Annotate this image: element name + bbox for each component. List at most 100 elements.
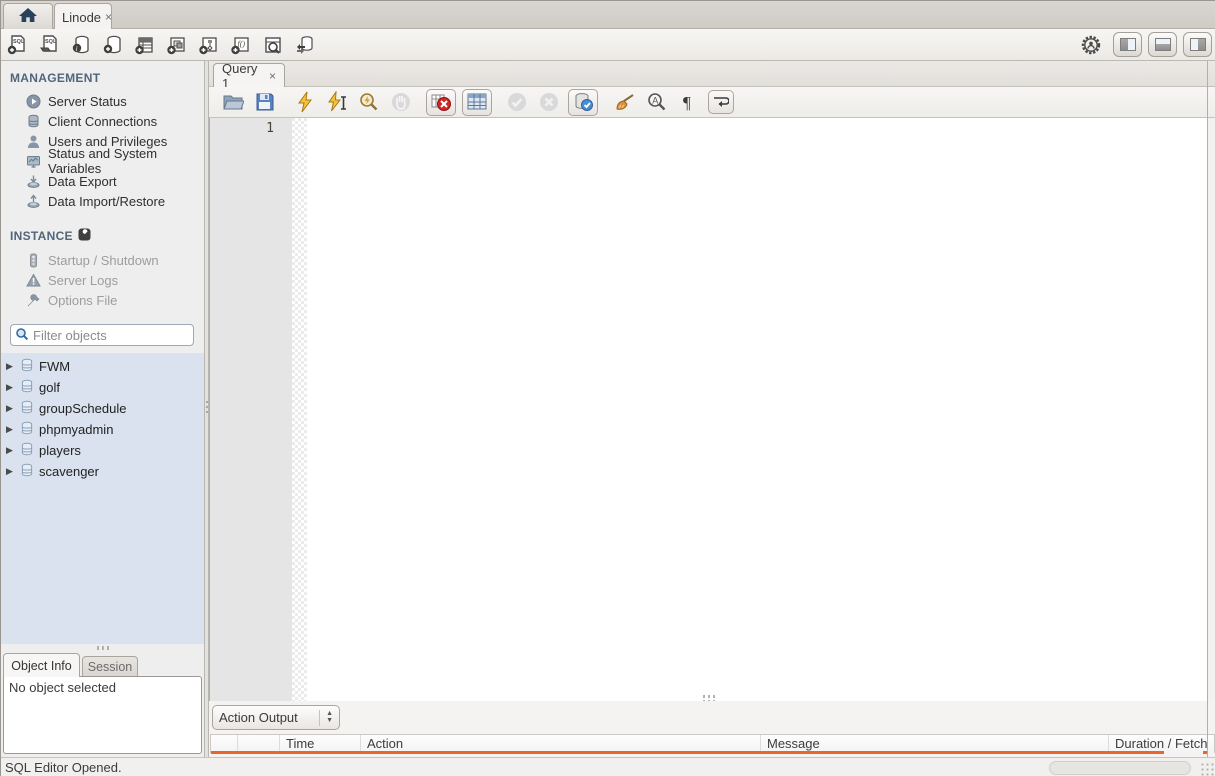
sidebar-item-server-status[interactable]: Server Status (1, 91, 204, 111)
toggle-right-panel-button[interactable] (1183, 32, 1212, 57)
search-table-data-icon[interactable] (261, 33, 285, 57)
sidebar-item-label: Server Logs (48, 272, 119, 288)
expander-icon[interactable]: ▶ (6, 467, 15, 476)
find-icon[interactable]: A (644, 90, 670, 114)
top-tabbar: Linode × (1, 1, 1215, 30)
expander-icon[interactable]: ▶ (6, 446, 15, 455)
svg-text:¶: ¶ (683, 93, 691, 112)
instance-section-header: INSTANCE (1, 228, 204, 244)
right-panel-glyph (1189, 38, 1206, 51)
search-icon (15, 327, 29, 344)
close-query-tab-icon[interactable]: × (269, 69, 276, 83)
schema-list: ▶ FWM ▶ golf ▶ groupSchedule ▶ phpmyadmi… (1, 353, 204, 644)
sidebar-item-data-import[interactable]: Data Import/Restore (1, 191, 204, 211)
query-tabbar: Query 1 × (209, 61, 1215, 91)
connection-tab-linode[interactable]: Linode × (54, 3, 112, 30)
tab-query-1[interactable]: Query 1 × (213, 61, 285, 91)
sidebar-item-options-file[interactable]: Options File (1, 290, 204, 310)
schema-filter-input[interactable] (33, 327, 209, 343)
schema-db-icon (20, 400, 34, 417)
beautify-icon[interactable] (612, 90, 638, 114)
schema-row-scavenger[interactable]: ▶ scavenger (1, 461, 204, 482)
create-table-icon[interactable] (133, 33, 157, 57)
expander-icon[interactable]: ▶ (6, 425, 15, 434)
selector-spinner-icon: ▲ ▼ (319, 709, 333, 726)
close-tab-icon[interactable]: × (105, 10, 112, 24)
statusbar-scroll-pill[interactable] (1049, 761, 1191, 775)
sidebar-item-label: Server Status (48, 93, 127, 109)
sql-editor[interactable]: 1 (209, 118, 1208, 751)
sidebar-item-label: Client Connections (48, 113, 158, 129)
svg-text:A: A (652, 96, 658, 106)
home-icon (18, 7, 38, 26)
schema-db-icon (20, 421, 34, 438)
sidebar-splitter-grip[interactable] (97, 646, 111, 650)
rollback-icon (536, 90, 562, 114)
window-resize-grip[interactable] (1200, 762, 1214, 776)
admin-gear-icon[interactable] (1079, 33, 1103, 57)
svg-text:i: i (76, 45, 78, 53)
schema-inspector-icon[interactable]: i (69, 33, 93, 57)
save-script-icon[interactable] (252, 90, 278, 114)
expander-icon[interactable]: ▶ (6, 404, 15, 413)
status-bar: SQL Editor Opened. (1, 757, 1215, 776)
home-tab[interactable] (3, 3, 53, 29)
mysql-workbench-window: { "window": { "status_text": "SQL Editor… (0, 0, 1215, 776)
sidebar-item-label: Data Export (48, 173, 117, 189)
expander-icon[interactable]: ▶ (6, 362, 15, 371)
sidebar-item-client-connections[interactable]: Client Connections (1, 111, 204, 131)
sidebar-item-label: Options File (48, 292, 118, 308)
reconnect-database-icon[interactable] (293, 33, 317, 57)
expander-icon[interactable]: ▶ (6, 383, 15, 392)
new-sql-tab-icon[interactable]: SQL (5, 33, 29, 57)
users-privileges-icon (25, 133, 41, 149)
output-view-selector[interactable]: Action Output ▲ ▼ (212, 705, 340, 730)
tab-session[interactable]: Session (82, 656, 138, 677)
system-variables-icon (25, 153, 41, 169)
instance-wrench-icon[interactable] (78, 228, 91, 244)
open-script-icon[interactable] (220, 90, 246, 114)
schema-db-icon (20, 358, 34, 375)
create-view-icon[interactable] (165, 33, 189, 57)
main-toolbar: SQL SQL i f() (1, 29, 1215, 61)
limit-rows-button[interactable] (462, 88, 492, 116)
options-file-icon (25, 292, 41, 308)
toggle-left-panel-button[interactable] (1113, 32, 1142, 57)
sidebar-item-label: Data Import/Restore (48, 193, 166, 209)
create-function-icon[interactable]: f() (229, 33, 253, 57)
schema-row-groupschedule[interactable]: ▶ groupSchedule (1, 398, 204, 419)
instance-title: INSTANCE (10, 229, 73, 243)
toggle-word-wrap-button[interactable] (708, 90, 734, 114)
toggle-stop-on-error-button[interactable] (426, 88, 456, 116)
toggle-bottom-panel-button[interactable] (1148, 32, 1177, 57)
data-export-icon (25, 173, 41, 189)
sql-editor-toolbar: A ¶ (209, 87, 1215, 118)
explain-icon[interactable] (356, 90, 382, 114)
sidebar-item-startup-shutdown[interactable]: Startup / Shutdown (1, 250, 204, 270)
schema-name: phpmyadmin (39, 422, 114, 437)
open-sql-script-icon[interactable]: SQL (37, 33, 61, 57)
execute-icon[interactable] (292, 90, 318, 114)
schema-db-icon (20, 442, 34, 459)
toggle-autocommit-button[interactable] (568, 88, 598, 116)
commit-icon (504, 90, 530, 114)
toggle-invisible-characters-icon[interactable]: ¶ (676, 90, 702, 114)
create-procedure-icon[interactable] (197, 33, 221, 57)
sql-edit-area[interactable] (307, 118, 1207, 742)
schema-row-golf[interactable]: ▶ golf (1, 377, 204, 398)
output-scrollbar-horizontal[interactable] (211, 751, 1164, 754)
sidebar-item-server-logs[interactable]: Server Logs (1, 270, 204, 290)
main-area: Query 1 × A ¶ 1 Action Output ▲ ▼ Time A… (209, 61, 1215, 757)
startup-shutdown-icon (25, 252, 41, 268)
schema-name: golf (39, 380, 60, 395)
execute-current-statement-icon[interactable] (324, 90, 350, 114)
server-logs-icon (25, 272, 41, 288)
sidebar-item-system-variables[interactable]: Status and System Variables (1, 146, 204, 176)
schema-row-players[interactable]: ▶ players (1, 440, 204, 461)
schema-row-fwm[interactable]: ▶ FWM (1, 356, 204, 377)
schema-row-phpmyadmin[interactable]: ▶ phpmyadmin (1, 419, 204, 440)
data-import-icon (25, 193, 41, 209)
create-schema-icon[interactable] (101, 33, 125, 57)
schema-name: FWM (39, 359, 71, 374)
tab-object-info[interactable]: Object Info (3, 653, 80, 677)
